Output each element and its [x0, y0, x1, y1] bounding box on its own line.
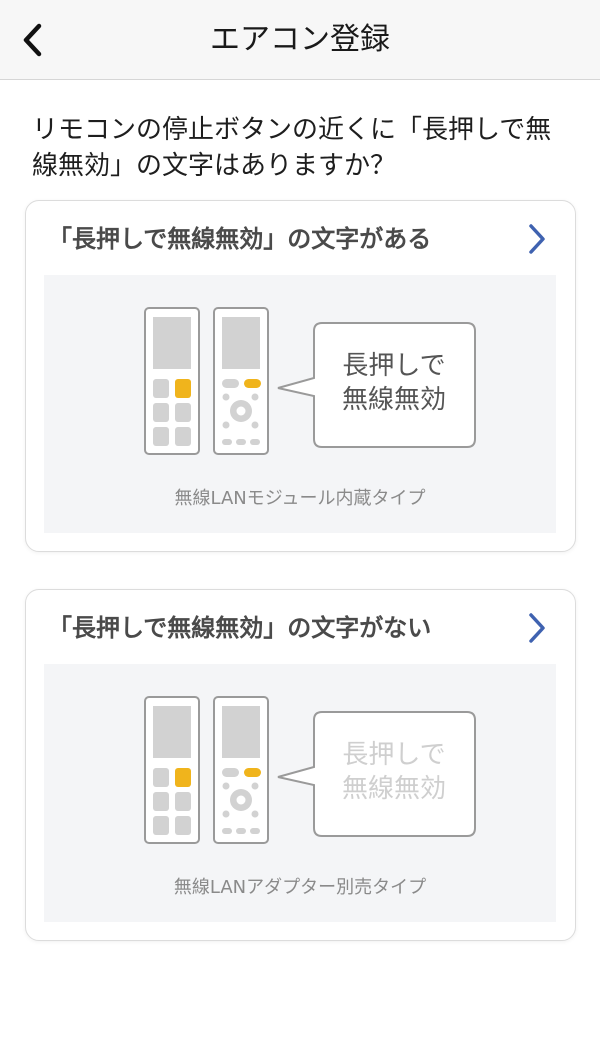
remote-illustration: 長押しで 無線無効 無線LANアダプター別売タイプ	[44, 664, 556, 922]
remote-illustration: 長押しで 無線無効 無線LANモジュール内蔵タイプ	[44, 275, 556, 533]
bubble-text: 長押しで 無線無効	[341, 740, 446, 804]
option-caption: 無線LANモジュール内蔵タイプ	[174, 488, 426, 509]
option-caption: 無線LANアダプター別売タイプ	[173, 877, 427, 898]
remote-control-icon	[213, 307, 269, 455]
chevron-right-icon	[523, 221, 551, 257]
remote-control-icon	[213, 696, 269, 844]
remote-control-icon	[144, 696, 200, 844]
option-card-without-text[interactable]: 「長押しで無線無効」の文字がない 長押しで 無線無効 無線LANアダプター別売タ…	[25, 589, 576, 941]
bubble-text: 長押しで 無線無効	[341, 351, 446, 415]
remote-control-icon	[144, 307, 200, 455]
page-title: エアコン登録	[210, 22, 390, 57]
option-title: 「長押しで無線無効」の文字がない	[48, 614, 432, 642]
question-text: リモコンの停止ボタンの近くに「長押しで無線無効」の文字はありますか？	[32, 115, 552, 181]
option-title: 「長押しで無線無効」の文字がある	[48, 225, 432, 253]
chevron-right-icon	[523, 610, 551, 646]
header-bar: エアコン登録	[0, 0, 600, 80]
option-card-with-text[interactable]: 「長押しで無線無効」の文字がある 長押しで 無線無効 無線LANモジュール内蔵タ…	[25, 200, 576, 552]
